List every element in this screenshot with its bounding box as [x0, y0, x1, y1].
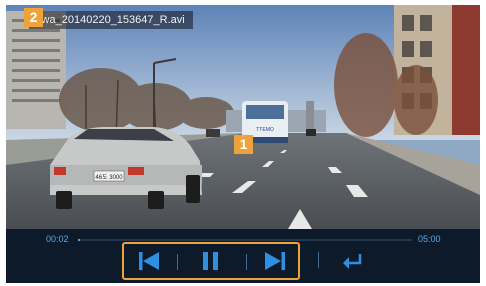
callout-marker-2: 2 [24, 8, 43, 27]
total-time: 05:00 [418, 234, 441, 244]
back-button[interactable] [336, 245, 368, 277]
button-separator [177, 254, 178, 270]
playback-control-bar: 00:02 05:00 [6, 229, 480, 283]
bus-sign: TTEMO [256, 127, 274, 133]
next-button[interactable] [250, 244, 300, 278]
progress-bar-fill [78, 239, 81, 241]
current-time: 00:02 [46, 234, 69, 244]
button-separator [318, 252, 319, 268]
video-viewport[interactable]: TTEMO 46도 3000 [6, 5, 480, 229]
progress-bar[interactable] [78, 239, 412, 241]
playback-button-group [122, 242, 300, 280]
previous-button[interactable] [124, 244, 174, 278]
skip-next-icon [265, 252, 285, 270]
video-filename: aiwa_20140220_153647_R.avi [29, 11, 193, 29]
button-separator [246, 254, 247, 270]
pause-button[interactable] [186, 244, 236, 278]
dashcam-video-frame: TTEMO 46도 3000 [6, 5, 480, 229]
callout-marker-1: 1 [234, 135, 253, 154]
return-arrow-icon [343, 254, 362, 269]
pause-icon [203, 252, 218, 270]
license-plate: 46도 3000 [95, 174, 123, 181]
skip-previous-icon [139, 252, 159, 270]
